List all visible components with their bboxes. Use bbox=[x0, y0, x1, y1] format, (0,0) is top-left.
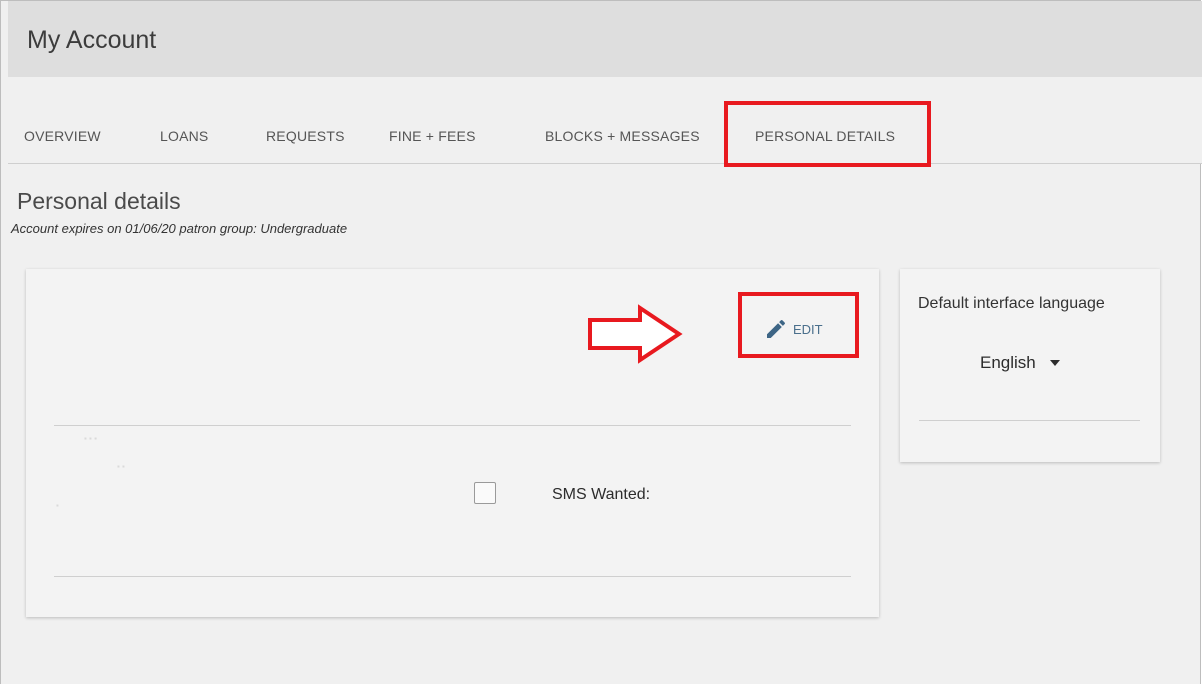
language-select-value: English bbox=[980, 353, 1036, 372]
faded-mark: ▪ bbox=[56, 501, 59, 510]
edit-button-highlight bbox=[738, 292, 859, 358]
tab-loans[interactable]: LOANS bbox=[160, 128, 208, 144]
header-bar bbox=[8, 1, 1202, 77]
divider-top bbox=[54, 425, 851, 426]
section-title: Personal details bbox=[17, 188, 181, 214]
faded-mark: ▪ ▪ bbox=[117, 462, 125, 471]
tab-requests[interactable]: REQUESTS bbox=[266, 128, 345, 144]
tab-blocks-messages[interactable]: BLOCKS + MESSAGES bbox=[545, 128, 700, 144]
divider-bottom bbox=[54, 576, 851, 577]
tab-bar bbox=[8, 77, 1202, 164]
language-select[interactable]: English bbox=[980, 353, 1060, 373]
sms-wanted-checkbox[interactable] bbox=[474, 482, 496, 504]
tab-fine-fees[interactable]: FINE + FEES bbox=[389, 128, 476, 144]
sms-wanted-label: SMS Wanted: bbox=[552, 486, 651, 503]
page-title: My Account bbox=[27, 26, 157, 54]
faded-mark: ▪ ▪ ▪ bbox=[84, 434, 97, 443]
right-arrow-icon bbox=[588, 304, 683, 364]
tab-overview[interactable]: OVERVIEW bbox=[24, 128, 101, 144]
dropdown-caret-icon bbox=[1049, 360, 1060, 366]
personal-details-tab-highlight bbox=[724, 101, 931, 167]
language-divider bbox=[919, 420, 1140, 421]
language-card-title: Default interface language bbox=[918, 295, 1105, 312]
account-expiry-text: Account expires on 01/06/20 patron group… bbox=[11, 221, 348, 236]
